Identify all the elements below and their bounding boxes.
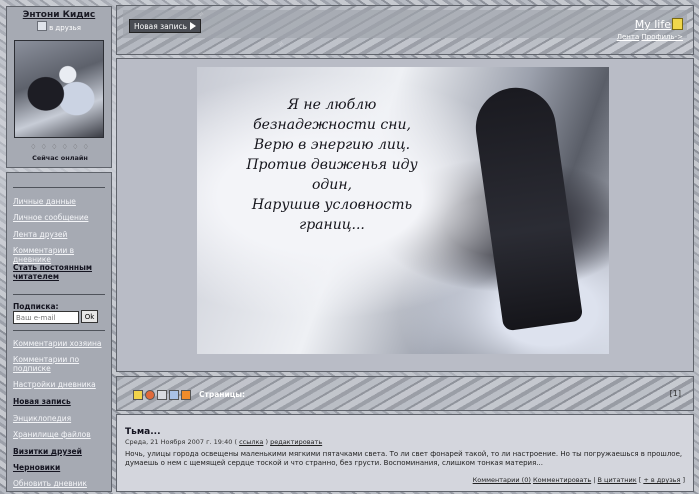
poem-line: границ...	[299, 217, 365, 233]
online-status: Сейчас онлайн	[32, 154, 88, 162]
menu-item-new-post[interactable]: Новая запись	[13, 397, 109, 406]
page-indicator[interactable]: [1]	[670, 389, 681, 398]
poem-line: безнадежности сни,	[253, 117, 411, 133]
profile-link[interactable]: Профиль->	[641, 33, 683, 41]
email-input[interactable]	[13, 311, 79, 324]
menu-item-private-message[interactable]: Личное сообщение	[13, 213, 109, 222]
lock-icon	[672, 18, 683, 30]
subscribe-ok-button[interactable]: Ok	[81, 310, 98, 323]
blog-title[interactable]: My life	[635, 18, 671, 31]
banner-panel: Я не люблю безнадежности сни, Верю в эне…	[116, 58, 694, 372]
menu-item-diary-comments[interactable]: Комментарии в дневнике	[13, 246, 109, 264]
rss-icon[interactable]	[181, 390, 191, 400]
poem-line: Нарушив условность	[251, 197, 413, 213]
menu-divider	[13, 330, 105, 331]
new-post-label: Новая запись	[134, 22, 188, 31]
menu-item-refresh-diary[interactable]: Обновить дневник	[13, 479, 109, 488]
poem-line: Верю в энергию лиц.	[253, 137, 411, 153]
poem-line: один,	[312, 177, 352, 193]
menu-divider	[13, 187, 105, 188]
post-link-edit[interactable]: редактировать	[270, 438, 322, 446]
profile-panel: Энтони Кидис в друзья ♢ ♢ ♢ ♢ ♢ ♢ Сейчас…	[6, 6, 112, 168]
post-entry: Тьма... Среда, 21 Ноября 2007 г. 19:40 (…	[116, 414, 694, 492]
mail-icon[interactable]	[157, 390, 167, 400]
menu-item-friends-feed[interactable]: Лента друзей	[13, 230, 109, 239]
poem-line: Я не люблю	[287, 97, 377, 113]
post-date: Среда, 21 Ноября 2007 г. 19:40	[125, 438, 233, 446]
star-icon[interactable]	[133, 390, 143, 400]
smile-icon[interactable]	[145, 390, 155, 400]
menu-item-file-storage[interactable]: Хранилище файлов	[13, 430, 109, 439]
comments-link[interactable]: Комментарии (0)	[473, 476, 531, 484]
post-link-ref[interactable]: ссылка	[239, 438, 263, 446]
menu-item-encyclopedia[interactable]: Энциклопедия	[13, 414, 109, 423]
banner-image: Я не люблю безнадежности сни, Верю в эне…	[197, 67, 609, 354]
post-title[interactable]: Тьма...	[125, 427, 161, 437]
menu-divider	[13, 294, 105, 295]
menu-item-friend-cards[interactable]: Визитки друзей	[13, 447, 109, 456]
menu-item-diary-settings[interactable]: Настройки дневника	[13, 380, 109, 389]
menu-item-owner-comments[interactable]: Комментарии хозяина	[13, 339, 109, 348]
quote-link[interactable]: В цитатник	[598, 476, 637, 484]
pages-label: Страницы:	[199, 390, 246, 399]
header-decoration: ✧	[277, 40, 284, 49]
header-bar: ✧ ✧ ✧ Новая запись My life Лента Профиль…	[116, 5, 694, 55]
post-footer: Комментарии (0) Комментировать | В цитат…	[472, 476, 685, 484]
comment-link[interactable]: Комментировать	[533, 476, 591, 484]
arrow-icon	[190, 22, 197, 30]
post-toolbar: Страницы: [1]	[116, 376, 694, 411]
add-friend-label[interactable]: в друзья	[49, 24, 81, 32]
post-meta: Среда, 21 Ноября 2007 г. 19:40 ( ссылка …	[125, 438, 323, 446]
avatar	[14, 40, 104, 138]
menu-item-personal-data[interactable]: Личные данные	[13, 197, 109, 206]
menu-item-subscription-comments[interactable]: Комментарии по подписке	[13, 355, 109, 373]
poem-line: Против движенья иду	[246, 157, 418, 173]
header-links: Лента Профиль->	[617, 33, 683, 41]
sidebar-menu: Личные данные Личное сообщение Лента дру…	[6, 172, 112, 492]
header-decoration: ✧	[197, 10, 204, 19]
subscription-label: Подписка:	[13, 302, 59, 311]
header-inner	[123, 10, 687, 38]
friends-link[interactable]: + в друзья	[643, 476, 680, 484]
add-friend-link[interactable]: в друзья	[7, 21, 111, 32]
friend-icon	[37, 21, 48, 31]
character-illustration	[470, 82, 584, 332]
profile-name[interactable]: Энтони Кидис	[7, 10, 111, 20]
post-body: Ночь, улицы города освещены маленькими м…	[125, 450, 683, 467]
new-post-button[interactable]: Новая запись	[129, 19, 202, 33]
menu-item-drafts[interactable]: Черновики	[13, 463, 109, 472]
menu-item-become-reader[interactable]: Стать постоянным читателем	[13, 263, 109, 281]
poem-text: Я не люблю безнадежности сни, Верю в эне…	[217, 95, 447, 235]
rating-row: ♢ ♢ ♢ ♢ ♢ ♢	[30, 143, 90, 151]
print-icon[interactable]	[169, 390, 179, 400]
header-decoration: ✧	[497, 40, 504, 49]
feed-link[interactable]: Лента	[617, 33, 640, 41]
